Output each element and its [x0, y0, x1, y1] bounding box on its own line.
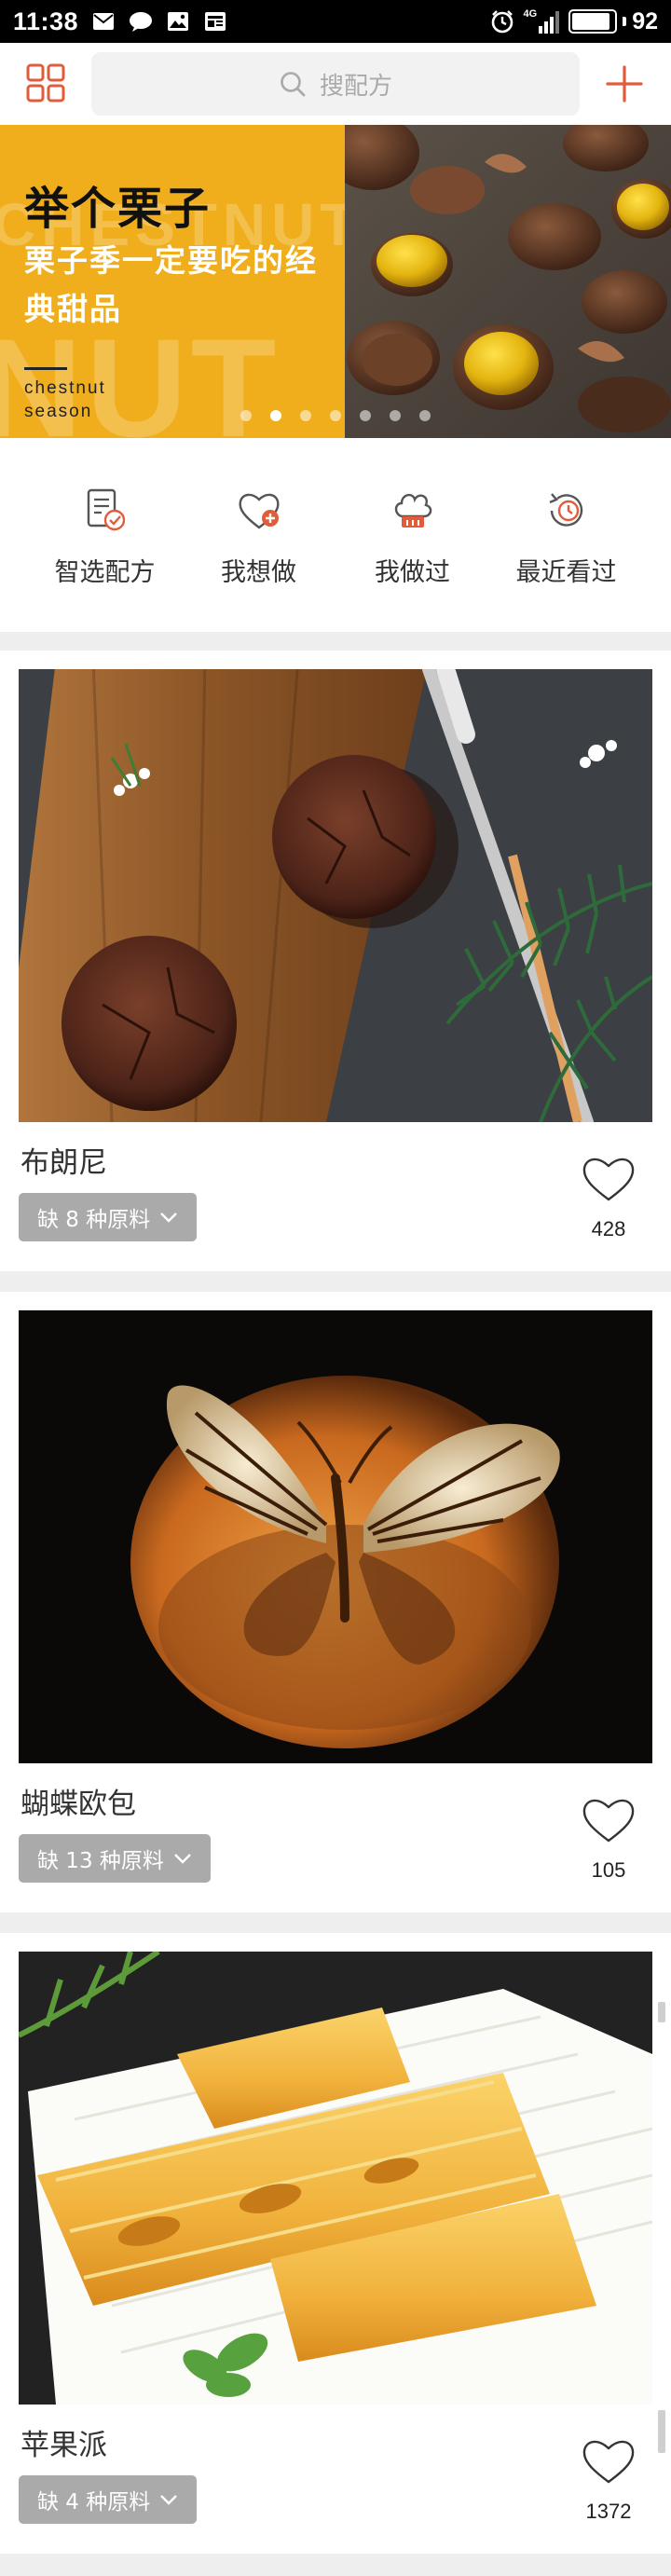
chevron-down-icon: [174, 1854, 191, 1864]
missing-ingredients-label: 缺 4 种原料: [37, 2490, 151, 2514]
quick-nav-label: 最近看过: [515, 558, 617, 587]
battery-icon: 92: [568, 8, 658, 35]
chevron-down-icon: [160, 1213, 178, 1223]
quick-nav-want-to-make[interactable]: 我想做: [182, 438, 336, 632]
banner-subtitle: 栗子季一定要吃的经典甜品: [24, 242, 318, 327]
like-count: 428: [591, 1217, 626, 1240]
like-count: 1372: [585, 2500, 632, 2523]
chevron-down-icon: [160, 2495, 178, 2505]
chestnut-photo: [345, 125, 671, 438]
section-divider: [0, 1271, 671, 1292]
scroll-indicator[interactable]: [658, 2002, 665, 2022]
carousel-dot[interactable]: [360, 410, 371, 421]
battery-percent: 92: [632, 7, 658, 34]
battery-fill: [572, 13, 610, 30]
banner-english-caption: chestnut season: [24, 377, 106, 423]
like-count: 105: [591, 1858, 626, 1882]
search-icon: [279, 70, 307, 98]
heart-icon[interactable]: [580, 1152, 637, 1204]
chat-icon: [129, 10, 153, 33]
recipe-name: 苹果派: [21, 2429, 107, 2462]
banner-en-line2: season: [24, 402, 93, 421]
recipe-name: 蝴蝶欧包: [21, 1788, 136, 1821]
heart-icon[interactable]: [580, 1793, 637, 1845]
section-divider: [0, 1912, 671, 1933]
recipe-photo-apple-pie: [19, 1952, 652, 2405]
carousel-indicator[interactable]: [240, 410, 431, 421]
status-time: 11:38: [13, 7, 79, 35]
quick-nav-label: 我想做: [221, 558, 296, 587]
recipe-card[interactable]: 蝴蝶欧包 缺 13 种原料 105: [0, 1292, 671, 1912]
banner-title: 举个栗子: [24, 183, 212, 235]
status-bar: 11:38 4G 92: [0, 0, 671, 43]
missing-ingredients-button[interactable]: 缺 13 种原料: [19, 1834, 211, 1883]
quick-nav-smart-recipe[interactable]: 智选配方: [28, 438, 182, 632]
carousel-dot[interactable]: [330, 410, 341, 421]
banner-divider: [24, 367, 67, 370]
mail-icon: [91, 10, 116, 33]
missing-ingredients-label: 缺 13 种原料: [37, 1849, 164, 1873]
plus-icon[interactable]: [604, 63, 645, 104]
missing-ingredients-button[interactable]: 缺 4 种原料: [19, 2475, 198, 2524]
missing-ingredients-label: 缺 8 种原料: [37, 1208, 151, 1232]
promo-banner[interactable]: CHESTNUT NUT 举个栗子 栗子季一定要吃的经典甜品 chestnut …: [0, 125, 671, 438]
status-left: 11:38: [13, 7, 227, 36]
quick-nav-label: 智选配方: [54, 558, 156, 587]
signal-icon: 4G: [524, 9, 560, 34]
scroll-indicator-secondary: [658, 2410, 665, 2453]
section-divider: [0, 2554, 671, 2576]
alarm-icon: [490, 10, 514, 34]
missing-ingredients-button[interactable]: 缺 8 种原料: [19, 1193, 198, 1241]
quick-nav-label: 我做过: [375, 558, 450, 587]
search-input[interactable]: 搜配方: [91, 52, 580, 116]
recipe-card[interactable]: 布朗尼 缺 8 种原料 428: [0, 651, 671, 1271]
battery-tip: [623, 17, 627, 26]
carousel-dot[interactable]: [270, 410, 281, 421]
smart-recipe-icon: [87, 488, 125, 531]
carousel-dot[interactable]: [390, 410, 401, 421]
battery-shell: [568, 9, 618, 34]
carousel-dot[interactable]: [240, 410, 252, 421]
status-right: 4G 92: [490, 8, 658, 35]
heart-plus-icon: [238, 493, 280, 529]
search-placeholder: 搜配方: [319, 72, 392, 101]
recipe-photo-brownie: [19, 669, 652, 1122]
banner-en-line1: chestnut: [24, 378, 106, 398]
top-bar: 搜配方: [0, 43, 671, 125]
quick-nav-made[interactable]: 我做过: [336, 438, 489, 632]
network-type: 4G: [523, 8, 538, 20]
recipe-card[interactable]: 苹果派 缺 4 种原料 1372: [0, 1933, 671, 2554]
chef-hat-icon: [394, 493, 431, 528]
banner-text-panel: CHESTNUT NUT 举个栗子 栗子季一定要吃的经典甜品 chestnut …: [0, 125, 345, 438]
history-clock-icon: [549, 493, 582, 527]
gallery-icon: [166, 10, 190, 33]
news-icon: [203, 10, 227, 33]
heart-icon[interactable]: [580, 2434, 637, 2487]
recipe-photo-butterfly-bread: [19, 1310, 652, 1763]
section-divider: [0, 632, 671, 651]
carousel-dot[interactable]: [300, 410, 311, 421]
quick-nav: 智选配方 我想做 我做过 最近看过: [0, 438, 671, 632]
quick-nav-recently-viewed[interactable]: 最近看过: [489, 438, 643, 632]
grid-menu-icon[interactable]: [26, 63, 65, 103]
carousel-dot[interactable]: [419, 410, 431, 421]
recipe-name: 布朗尼: [21, 1146, 107, 1180]
